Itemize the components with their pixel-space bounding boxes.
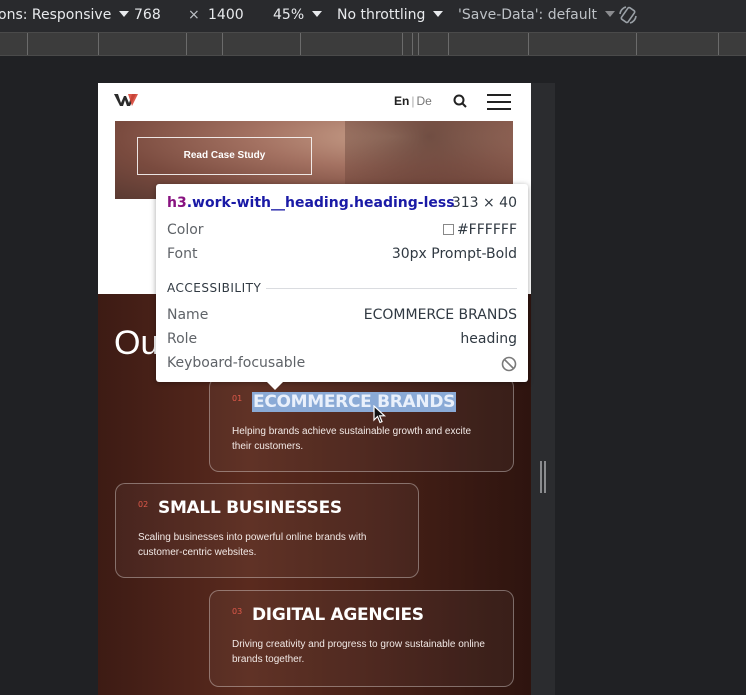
- focusable-row: Keyboard-focusable: [167, 355, 517, 375]
- lang-en-link[interactable]: En: [394, 94, 409, 108]
- chevron-down-icon: [312, 11, 323, 17]
- dimensions-dropdown[interactable]: ons: Responsive: [0, 7, 130, 23]
- tag-name: h3: [167, 195, 187, 211]
- height-input[interactable]: 1400: [208, 7, 244, 23]
- not-allowed-icon: [501, 356, 517, 372]
- card-title: SMALL BUSINESSES: [158, 498, 342, 518]
- card-description: Driving creativity and progress to grow …: [232, 639, 485, 665]
- save-data-value: 'Save-Data': default: [458, 7, 597, 23]
- font-row: Font 30px Prompt-Bold: [167, 246, 517, 266]
- lang-separator: |: [411, 94, 415, 108]
- card-digital-agencies: 03 DIGITAL AGENCIES Driving creativity a…: [209, 590, 514, 687]
- chevron-down-icon: [119, 11, 130, 17]
- width-input[interactable]: 768: [134, 7, 161, 23]
- color-swatch: [442, 224, 454, 235]
- device-toolbar: ons: Responsive 768 × 1400 45% No thrott…: [0, 0, 746, 32]
- name-value: ECOMMERCE BRANDS: [363, 307, 517, 323]
- section-heading: Ou: [114, 324, 160, 362]
- rotate-icon[interactable]: [617, 4, 639, 26]
- viewport-edge: [531, 83, 555, 695]
- times-sign: ×: [188, 7, 200, 23]
- chevron-down-icon: [604, 11, 615, 17]
- color-hex: #FFFFFF: [456, 222, 517, 238]
- zoom-value: 45%: [273, 7, 305, 23]
- name-label: Name: [167, 307, 209, 323]
- color-row: Color #FFFFFF: [167, 222, 517, 242]
- card-number: 01: [232, 394, 243, 403]
- throttling-value: No throttling: [337, 7, 426, 23]
- element-selector: h3.work-with__heading.heading-less: [167, 195, 455, 211]
- read-case-study-button[interactable]: Read Case Study: [137, 137, 312, 175]
- save-data-dropdown[interactable]: 'Save-Data': default: [458, 7, 615, 23]
- search-icon[interactable]: [453, 94, 467, 108]
- font-label: Font: [167, 246, 198, 262]
- color-label: Color: [167, 222, 204, 238]
- card-title[interactable]: ECOMMERCE BRANDS: [252, 392, 457, 412]
- chevron-down-icon: [433, 11, 444, 17]
- card-small-businesses: 02 SMALL BUSINESSES Scaling businesses i…: [115, 483, 419, 578]
- brand-logo-icon[interactable]: [114, 93, 138, 107]
- card-number: 03: [232, 607, 243, 616]
- language-switcher: En | De: [394, 94, 432, 108]
- element-dimensions: 313 × 40: [451, 195, 517, 211]
- mouse-cursor-icon: [373, 405, 387, 424]
- card-ecommerce-brands: 01 ECOMMERCE BRANDS Helping brands achie…: [209, 377, 514, 472]
- resize-handle[interactable]: [540, 461, 546, 493]
- accessibility-header: ACCESSIBILITY: [167, 281, 262, 295]
- hamburger-menu-icon[interactable]: [487, 94, 511, 110]
- card-number: 02: [138, 500, 149, 509]
- lang-de-link[interactable]: De: [416, 94, 431, 108]
- card-description: Helping brands achieve sustainable growt…: [232, 426, 472, 452]
- focusable-label: Keyboard-focusable: [167, 355, 306, 371]
- divider: [266, 288, 517, 289]
- zoom-dropdown[interactable]: 45%: [273, 7, 323, 23]
- inspect-tooltip: h3.work-with__heading.heading-less 313 ×…: [156, 184, 528, 390]
- color-value: #FFFFFF: [442, 222, 517, 238]
- media-query-ruler[interactable]: [0, 32, 746, 56]
- emulated-page: En | De Read Case Study Ou 01 ECOMMERCE BR…: [98, 83, 531, 695]
- font-value: 30px Prompt-Bold: [391, 246, 517, 262]
- role-label: Role: [167, 331, 198, 347]
- dimensions-label: ons: Responsive: [0, 7, 112, 23]
- name-row: Name ECOMMERCE BRANDS: [167, 307, 517, 327]
- role-row: Role heading: [167, 331, 517, 351]
- class-list: .work-with__heading.heading-less: [186, 195, 455, 211]
- card-description: Scaling businesses into powerful online …: [138, 532, 367, 558]
- throttling-dropdown[interactable]: No throttling: [337, 7, 444, 23]
- card-title: DIGITAL AGENCIES: [252, 605, 424, 625]
- site-header: En | De: [98, 83, 531, 121]
- role-value: heading: [460, 331, 517, 347]
